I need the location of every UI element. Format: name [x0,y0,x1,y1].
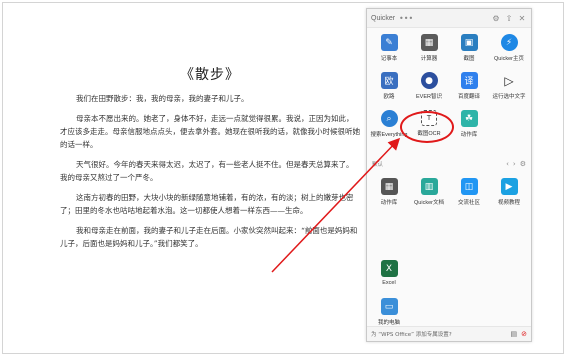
annotation-arrow [271,137,401,273]
